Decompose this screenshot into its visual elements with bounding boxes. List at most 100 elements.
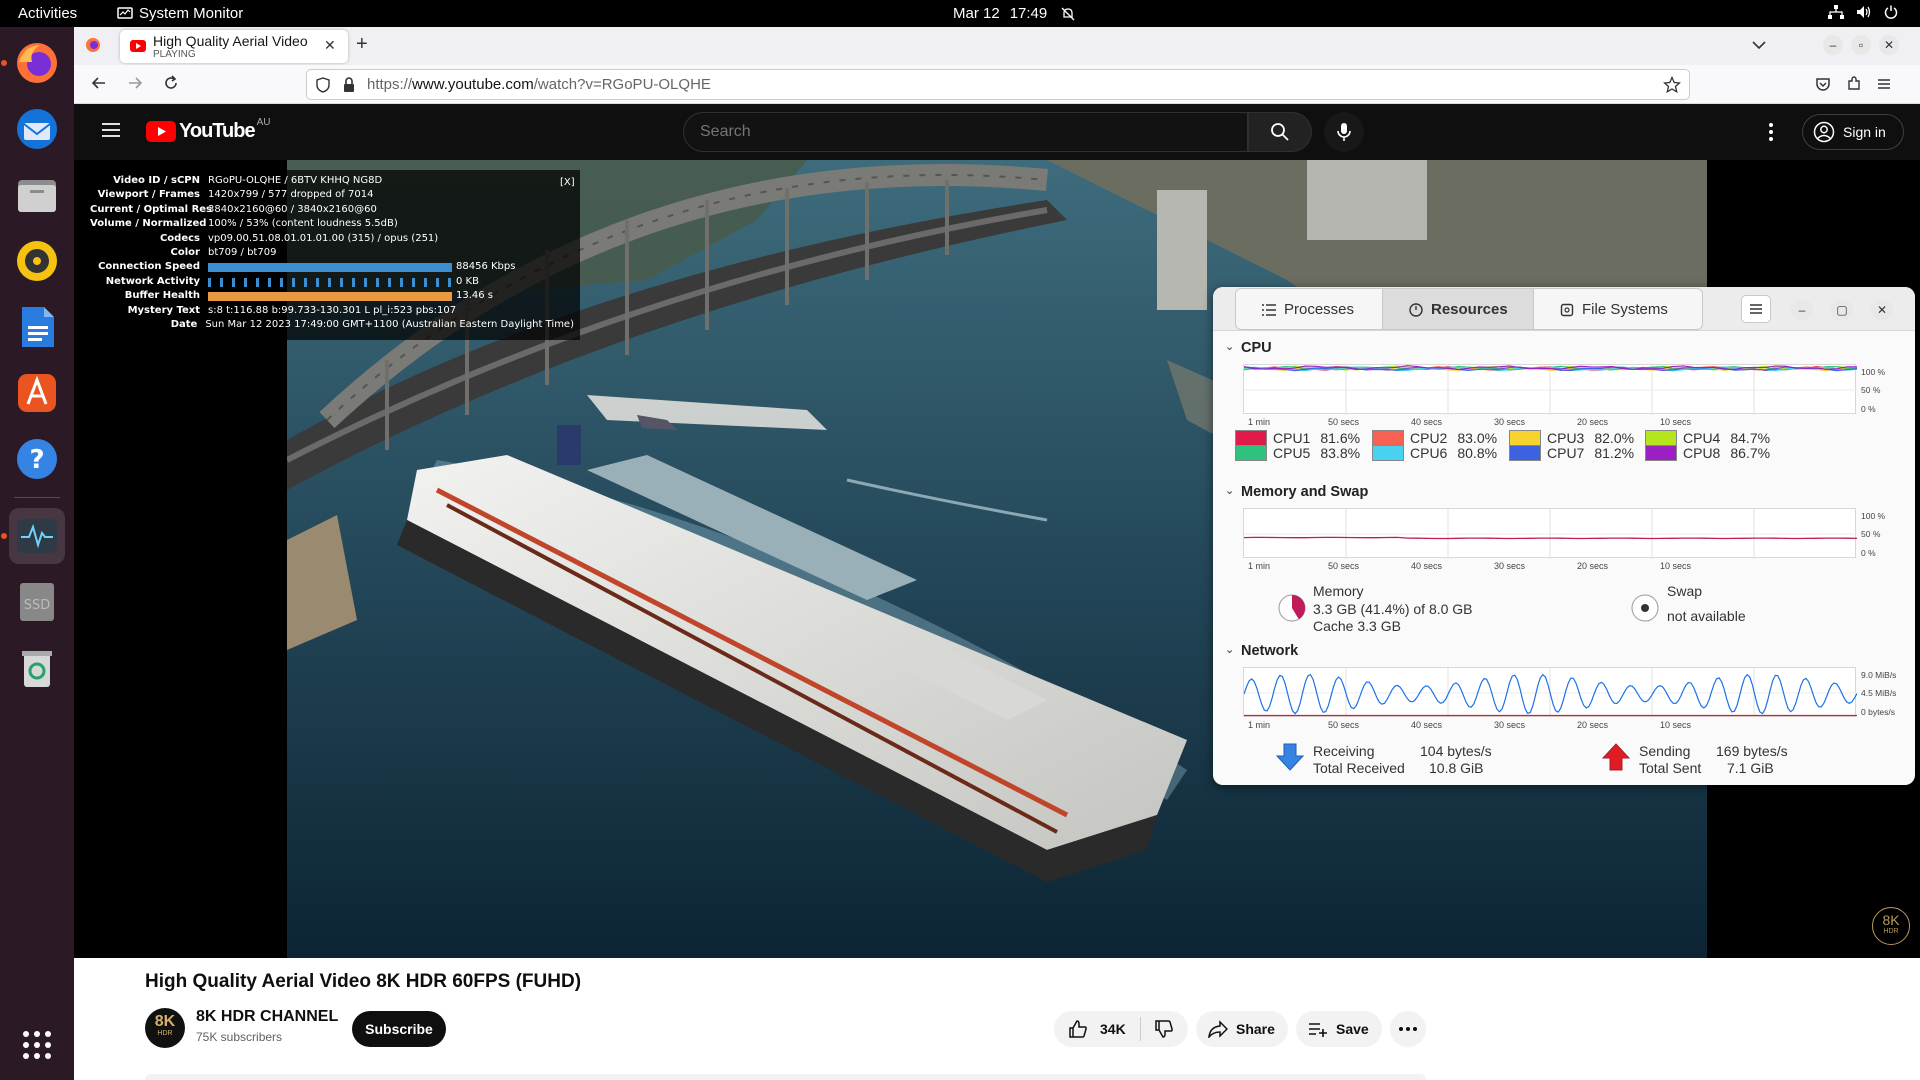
cpu-legend-item[interactable]: CPU6 80.8% [1372, 445, 1497, 461]
cpu-color-swatch[interactable] [1235, 430, 1267, 446]
tab-file-systems[interactable]: File Systems [1533, 288, 1703, 330]
dock-thunderbird[interactable] [9, 101, 65, 157]
top-bar: Activities System Monitor Mar 12 17:49 [0, 0, 1920, 27]
cpu-color-swatch[interactable] [1372, 445, 1404, 461]
stats-close-button[interactable]: [X] [560, 176, 575, 190]
firefox-view-button[interactable] [84, 36, 102, 59]
shield-icon[interactable] [315, 77, 331, 93]
receiving-label: Receiving [1313, 743, 1375, 759]
svg-text:SSD: SSD [24, 598, 51, 613]
dock-trash[interactable] [9, 640, 65, 696]
reload-button[interactable] [162, 74, 180, 97]
network-section-header[interactable]: ⌄ Network [1225, 643, 1298, 659]
tab-processes[interactable]: Processes [1235, 288, 1383, 330]
cpu-color-swatch[interactable] [1509, 430, 1541, 446]
more-actions-button[interactable] [1390, 1011, 1426, 1047]
channel-watermark[interactable]: 8K HDR [1872, 907, 1910, 945]
dislike-button[interactable] [1154, 1019, 1174, 1042]
channel-name[interactable]: 8K HDR CHANNEL [196, 1008, 338, 1026]
cpu-legend-item[interactable]: CPU8 86.7% [1645, 445, 1770, 461]
like-button[interactable]: 34K [1054, 1011, 1188, 1047]
app-menu-button[interactable] [1876, 76, 1892, 97]
cpu-section-header[interactable]: ⌄ CPU [1225, 340, 1272, 356]
cpu-color-swatch[interactable] [1372, 430, 1404, 446]
minimize-window-button[interactable]: – [1823, 35, 1843, 55]
cpu-y-label-50: 50 % [1861, 385, 1881, 395]
youtube-logo[interactable]: YouTube AU [146, 117, 270, 143]
share-button[interactable]: Share [1196, 1011, 1288, 1047]
extensions-button[interactable] [1846, 76, 1862, 97]
maximize-window-button[interactable]: ▫ [1851, 35, 1871, 55]
receiving-value: 104 bytes/s [1420, 743, 1492, 759]
new-tab-button[interactable]: + [356, 33, 368, 56]
cpu-legend-item[interactable]: CPU1 81.6% [1235, 430, 1360, 446]
video-title: High Quality Aerial Video 8K HDR 60FPS (… [145, 971, 582, 992]
tab-youtube[interactable]: High Quality Aerial Video PLAYING ✕ [120, 30, 348, 63]
channel-avatar[interactable]: 8K HDR [145, 1008, 185, 1048]
dock-show-apps[interactable] [9, 1017, 65, 1073]
time-tick-label: 50 secs [1328, 720, 1360, 730]
system-monitor-app-menu[interactable]: System Monitor [117, 5, 243, 22]
cpu-color-swatch[interactable] [1645, 430, 1677, 446]
memory-cache: Cache 3.3 GB [1313, 618, 1401, 634]
cpu-legend-item[interactable]: CPU2 83.0% [1372, 430, 1497, 446]
dock-writer[interactable] [9, 299, 65, 355]
subscribe-button[interactable]: Subscribe [352, 1011, 446, 1047]
tab-close-button[interactable]: ✕ [324, 37, 336, 54]
stats-value: Sun Mar 12 2023 17:49:00 GMT+1100 (Austr… [205, 319, 574, 331]
list-all-tabs-button[interactable] [1752, 37, 1766, 55]
tab-resources[interactable]: Resources [1383, 288, 1533, 330]
watermark-text: 8K [1882, 912, 1900, 928]
voice-search-button[interactable] [1324, 112, 1364, 152]
search-input[interactable] [700, 121, 1220, 143]
sysmon-close-button[interactable]: ✕ [1871, 299, 1893, 321]
cpu-value: 86.7% [1730, 445, 1771, 461]
bookmark-star-icon[interactable] [1663, 76, 1681, 94]
stats-row: Date Sun Mar 12 2023 17:49:00 GMT+1100 (A… [90, 318, 574, 332]
memory-label: Memory [1313, 583, 1364, 599]
sign-in-button[interactable]: Sign in [1802, 114, 1904, 150]
sysmon-maximize-button[interactable]: ▢ [1831, 299, 1853, 321]
back-button[interactable] [90, 74, 108, 97]
sysmon-menu-button[interactable] [1741, 295, 1771, 323]
system-status-menu[interactable] [1828, 5, 1898, 19]
dock-firefox[interactable] [1, 35, 65, 91]
youtube-header: YouTube AU Sign in [74, 104, 1920, 160]
lock-icon[interactable] [342, 77, 356, 93]
volume-icon [1857, 6, 1871, 18]
clock[interactable]: Mar 12 17:49 [953, 5, 1075, 22]
dock-help[interactable]: ? [9, 431, 65, 487]
url-bar[interactable]: https://www.youtube.com/watch?v=RGoPU-OL… [306, 69, 1690, 100]
running-indicator [1, 60, 7, 66]
dock-system-monitor[interactable] [1, 508, 65, 564]
network-activity-bar [208, 277, 452, 287]
cpu-legend-item[interactable]: CPU3 82.0% [1509, 430, 1634, 446]
dock-ssd-drive[interactable]: SSD [9, 574, 65, 630]
stats-label: Mystery Text [127, 304, 200, 316]
memory-section-header[interactable]: ⌄ Memory and Swap [1225, 484, 1368, 500]
cpu-color-swatch[interactable] [1509, 445, 1541, 461]
dock-app-center[interactable] [9, 365, 65, 421]
forward-button[interactable] [126, 74, 144, 97]
memory-pie-icon [1278, 594, 1306, 622]
cpu-legend-item[interactable]: CPU4 84.7% [1645, 430, 1770, 446]
svg-text:?: ? [29, 445, 44, 475]
settings-menu-button[interactable] [1768, 122, 1774, 147]
save-button[interactable]: Save [1296, 1011, 1382, 1047]
activities-button[interactable]: Activities [18, 5, 77, 22]
cpu-legend-item[interactable]: CPU5 83.8% [1235, 445, 1360, 461]
pocket-button[interactable] [1815, 76, 1831, 97]
watermark-sub: HDR [1883, 928, 1899, 935]
dock-rhythmbox[interactable] [9, 233, 65, 289]
guide-menu-button[interactable] [102, 122, 120, 143]
sysmon-minimize-button[interactable]: – [1791, 299, 1813, 321]
cpu-color-swatch[interactable] [1235, 445, 1267, 461]
dock-files[interactable] [9, 167, 65, 223]
description-box[interactable] [145, 1074, 1426, 1080]
stats-value: 100% / 53% (content loudness 5.5dB) [208, 218, 398, 230]
search-button[interactable] [1248, 112, 1312, 152]
cpu-color-swatch[interactable] [1645, 445, 1677, 461]
cpu-legend-item[interactable]: CPU7 81.2% [1509, 445, 1634, 461]
sysmon-headerbar: Processes Resources File Systems – ▢ ✕ [1213, 287, 1915, 331]
close-window-button[interactable]: ✕ [1879, 35, 1899, 55]
